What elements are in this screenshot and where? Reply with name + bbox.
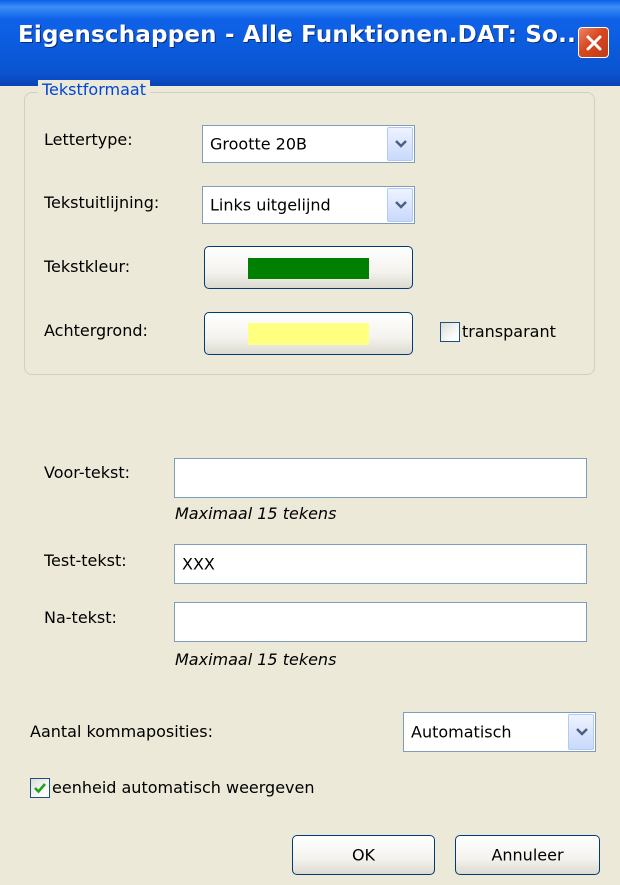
font-combobox-value: Grootte 20B [210,134,308,154]
test-text-label: Test-tekst: [44,551,127,570]
background-color-button[interactable] [204,312,413,355]
post-text-label: Na-tekst: [44,608,117,627]
chevron-down-icon [395,140,407,148]
auto-unit-checkbox[interactable] [30,778,50,798]
cancel-button[interactable]: Annuleer [455,835,600,875]
post-text-input[interactable] [174,602,587,642]
pre-text-hint: Maximaal 15 tekens [175,504,337,523]
ok-button[interactable]: OK [292,835,435,875]
alignment-label: Tekstuitlijning: [44,193,160,212]
background-label: Achtergrond: [44,321,148,340]
post-text-hint: Maximaal 15 tekens [175,650,337,669]
pre-text-label: Voor-tekst: [44,463,130,482]
chevron-down-icon [576,728,588,736]
transparent-checkbox[interactable] [440,322,460,342]
chevron-down-icon [395,201,407,209]
test-text-input[interactable]: XXX [174,544,587,584]
font-dropdown-button[interactable] [387,127,413,161]
cancel-button-label: Annuleer [491,845,564,865]
ok-button-label: OK [351,845,376,865]
alignment-combobox-value: Links uitgelijnd [210,195,331,215]
alignment-combobox[interactable]: Links uitgelijnd [202,186,415,224]
checkmark-icon [34,783,46,794]
text-format-group-label: Tekstformaat [38,80,150,99]
alignment-dropdown-button[interactable] [387,188,413,222]
text-color-button[interactable] [204,246,413,289]
text-color-label: Tekstkleur: [44,257,131,276]
test-text-value: XXX [182,554,215,574]
decimals-combobox-value: Automatisch [411,722,512,742]
text-color-swatch [248,258,369,279]
background-color-swatch [248,323,369,345]
decimals-dropdown-button[interactable] [568,714,594,750]
decimals-combobox[interactable]: Automatisch [403,712,596,752]
auto-unit-label: eenheid automatisch weergeven [52,778,315,797]
font-label: Lettertype: [44,130,133,149]
transparent-label: transparant [462,322,556,341]
window-title: Eigenschappen - Alle Funktionen.DAT: So.… [18,22,585,48]
decimals-label: Aantal kommaposities: [30,722,213,741]
title-bar[interactable]: Eigenschappen - Alle Funktionen.DAT: So.… [0,0,620,86]
pre-text-input[interactable] [174,458,587,498]
close-icon [586,35,602,51]
close-button[interactable] [578,27,609,58]
font-combobox[interactable]: Grootte 20B [202,125,415,163]
